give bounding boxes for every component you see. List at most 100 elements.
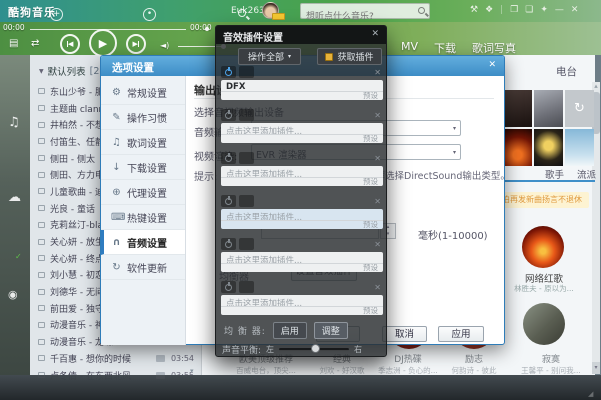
apply-button[interactable]: 应用 bbox=[438, 326, 484, 342]
volume-icon[interactable]: ◄) bbox=[160, 41, 169, 50]
skin-icon[interactable]: ❖ bbox=[485, 5, 493, 15]
remove-plugin-icon[interactable]: ✕ bbox=[374, 111, 381, 120]
time-elapsed: 00:00 bbox=[3, 23, 25, 32]
preset-label[interactable]: 预设 bbox=[221, 91, 383, 100]
plugin-drop-area[interactable]: DFX 预设 bbox=[221, 80, 383, 100]
tab-singer[interactable]: 歌手 bbox=[545, 167, 564, 181]
settings-sidebar-item[interactable]: ♫ 歌词设置 bbox=[101, 130, 185, 155]
playlist-scroll-down-icon[interactable]: ▾ bbox=[190, 367, 194, 375]
plugin-drop-area[interactable]: 点击这里添加插件... 预设 bbox=[221, 252, 383, 272]
preset-label[interactable]: 预设 bbox=[221, 134, 383, 143]
tab-mv[interactable]: MV bbox=[401, 40, 418, 56]
close-icon[interactable]: ✕ bbox=[371, 29, 379, 39]
settings-sidebar-item[interactable]: ✎ 操作习惯 bbox=[101, 105, 185, 130]
scroll-up-icon[interactable]: ▴ bbox=[592, 82, 600, 90]
mv-icon[interactable] bbox=[156, 355, 165, 362]
next-button[interactable]: ▶ bbox=[126, 34, 146, 54]
list-item[interactable]: 千百惠 - 想你的时候 03:54 bbox=[32, 350, 200, 367]
play-button[interactable]: ▶ bbox=[89, 29, 117, 57]
search-icon[interactable] bbox=[418, 7, 425, 14]
power-icon[interactable] bbox=[225, 284, 232, 291]
operate-all-button[interactable]: 操作全部 ▾ bbox=[238, 48, 301, 65]
cloud-sync-icon[interactable]: ☁ bbox=[8, 190, 21, 205]
equalizer-row: 均 衡 器: 启用 调整 bbox=[224, 322, 348, 339]
settings-sidebar-item[interactable]: ↓ 下载设置 bbox=[101, 155, 185, 180]
station-item[interactable]: 励志 何韵诗 - 彼此 bbox=[438, 352, 510, 376]
power-icon[interactable] bbox=[225, 155, 232, 162]
resize-grip[interactable]: ◢ bbox=[588, 390, 593, 398]
song-title: 千百惠 - 想你的时候 bbox=[50, 352, 131, 365]
balance-left-label: 左 bbox=[266, 344, 274, 355]
power-icon[interactable] bbox=[225, 241, 232, 248]
tab-lyrics-photo[interactable]: 歌词写真 bbox=[472, 40, 516, 56]
settings-sidebar-item[interactable]: ∩ 音频设置 bbox=[101, 230, 185, 255]
previous-button[interactable]: ◀ bbox=[60, 34, 80, 54]
remove-plugin-icon[interactable]: ✕ bbox=[374, 240, 381, 249]
power-icon[interactable] bbox=[225, 112, 232, 119]
remove-plugin-icon[interactable]: ✕ bbox=[374, 68, 381, 77]
refresh-icon[interactable]: ↻ bbox=[574, 101, 585, 116]
plugin-drop-area[interactable]: 点击这里添加插件... 预设 bbox=[221, 166, 383, 186]
settings-sidebar-item[interactable]: ↻ 软件更新 bbox=[101, 255, 185, 280]
get-plugins-button[interactable]: 获取插件 bbox=[317, 48, 382, 65]
tab-genre[interactable]: 流派 bbox=[577, 167, 596, 181]
balance-handle[interactable] bbox=[311, 344, 320, 353]
minimize-icon[interactable]: — bbox=[555, 5, 564, 15]
station-item[interactable]: 寂寞 王馨平 - 别问我... bbox=[515, 352, 587, 376]
cancel-button[interactable]: 取消 bbox=[382, 326, 427, 342]
locate-song-button[interactable]: • bbox=[143, 8, 156, 21]
music-library-icon[interactable]: ♫ bbox=[8, 115, 20, 130]
album-thumbnail[interactable] bbox=[534, 90, 563, 127]
station-cover-hot[interactable] bbox=[522, 226, 564, 268]
chevron-down-icon: ▾ bbox=[453, 125, 456, 132]
sidebar-item-label: 音频设置 bbox=[127, 235, 167, 250]
station-cover[interactable] bbox=[523, 303, 565, 345]
search-list-button[interactable] bbox=[238, 9, 246, 17]
equalizer-enable-button[interactable]: 启用 bbox=[273, 322, 307, 339]
album-thumbnail[interactable] bbox=[565, 129, 594, 166]
plugin-drop-area[interactable]: 点击这里添加插件... 预设 bbox=[221, 295, 383, 315]
album-thumbnail[interactable] bbox=[503, 90, 532, 127]
sidebar-item-label: 操作习惯 bbox=[127, 110, 167, 125]
playlist-toggle-icon[interactable]: ▤ bbox=[9, 38, 18, 49]
plugin-drop-area[interactable]: 点击这里添加插件... 预设 bbox=[221, 209, 383, 229]
preset-label[interactable]: 预设 bbox=[221, 220, 383, 229]
preset-label[interactable]: 预设 bbox=[221, 263, 383, 272]
wrench-icon[interactable]: ⚒ bbox=[470, 5, 478, 15]
shuffle-icon[interactable]: ⇄ bbox=[31, 38, 39, 49]
tab-download[interactable]: 下载 bbox=[434, 40, 456, 56]
add-song-button[interactable]: + bbox=[50, 8, 63, 21]
mini-player-icon[interactable]: ❐ bbox=[510, 5, 518, 15]
radio-icon[interactable]: ◉ bbox=[8, 288, 18, 301]
preset-label[interactable]: 预设 bbox=[221, 306, 383, 315]
preset-label[interactable]: 预设 bbox=[221, 177, 383, 186]
remove-plugin-icon[interactable]: ✕ bbox=[374, 283, 381, 292]
audio-dialog-titlebar[interactable]: 音效插件设置 ✕ bbox=[216, 26, 386, 44]
settings-sidebar-item[interactable]: ⚙ 常规设置 bbox=[101, 80, 185, 105]
settings-dialog-title: 选项设置 bbox=[112, 60, 154, 75]
settings-sidebar-item[interactable]: ⌨ 热键设置 bbox=[101, 205, 185, 230]
progress-handle[interactable] bbox=[205, 27, 209, 31]
pin-icon[interactable]: ✦ bbox=[540, 5, 548, 15]
search-box[interactable] bbox=[300, 3, 430, 19]
equalizer-adjust-button[interactable]: 调整 bbox=[314, 322, 348, 339]
desktop-lyrics-icon[interactable]: ❏ bbox=[525, 5, 533, 15]
plugin-drop-area[interactable]: 点击这里添加插件... 预设 bbox=[221, 123, 383, 143]
remove-plugin-icon[interactable]: ✕ bbox=[374, 154, 381, 163]
tab-radio[interactable]: 电台 bbox=[556, 64, 577, 79]
power-icon[interactable] bbox=[225, 69, 232, 76]
close-icon[interactable]: ✕ bbox=[571, 5, 579, 15]
album-thumbnail[interactable] bbox=[503, 129, 532, 166]
collapse-icon[interactable]: ▼ bbox=[39, 68, 44, 75]
balance-slider[interactable] bbox=[279, 348, 349, 351]
album-thumbnail[interactable] bbox=[534, 129, 563, 166]
song-title: 关心妍 - 放生 bbox=[50, 235, 104, 248]
song-icon bbox=[38, 88, 45, 94]
refresh-tile[interactable]: ↻ bbox=[565, 90, 594, 127]
plugin-name: 点击这里添加插件... bbox=[221, 295, 383, 306]
settings-sidebar-item[interactable]: ⊕ 代理设置 bbox=[101, 180, 185, 205]
chevron-down-icon: ▾ bbox=[288, 53, 291, 60]
power-icon[interactable] bbox=[225, 198, 232, 205]
close-icon[interactable]: ✕ bbox=[488, 60, 496, 70]
remove-plugin-icon[interactable]: ✕ bbox=[374, 197, 381, 206]
